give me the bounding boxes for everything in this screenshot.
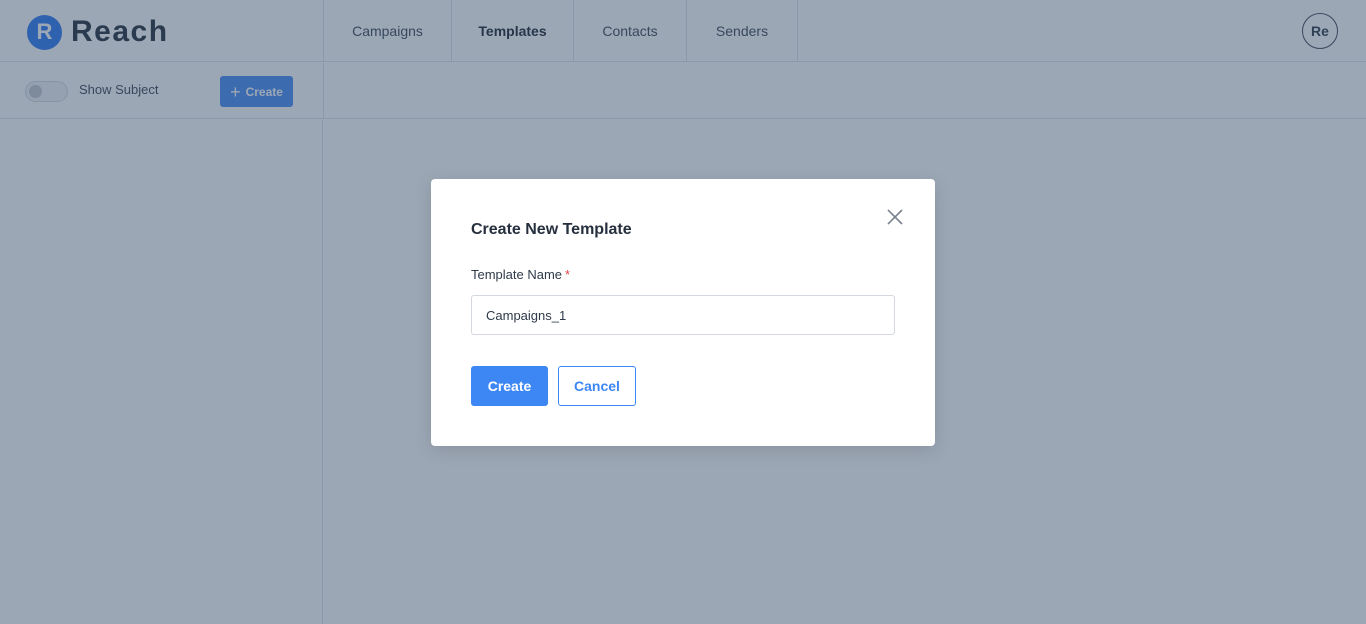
- dialog-title: Create New Template: [471, 221, 632, 238]
- cancel-button[interactable]: Cancel: [558, 366, 636, 406]
- required-marker: *: [565, 267, 571, 282]
- create-button[interactable]: Create: [471, 366, 548, 406]
- template-name-input[interactable]: [471, 295, 895, 335]
- create-template-dialog: Create New Template Template Name* Creat…: [431, 179, 935, 446]
- template-name-label-text: Template Name: [471, 267, 563, 282]
- template-name-label: Template Name *: [471, 267, 570, 282]
- close-icon[interactable]: [886, 208, 904, 226]
